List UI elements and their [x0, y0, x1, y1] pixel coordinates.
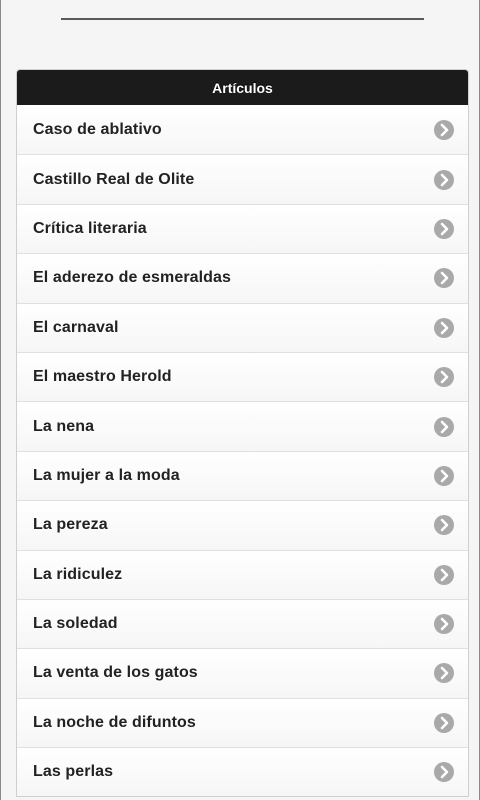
chevron-right-icon	[434, 169, 454, 190]
chevron-right-icon	[434, 367, 454, 388]
list-item[interactable]: La nena	[17, 401, 468, 451]
list-item[interactable]: El aderezo de esmeraldas	[17, 253, 468, 303]
list-item-label: La nena	[33, 417, 95, 435]
list-item[interactable]: La noche de difuntos	[17, 697, 468, 748]
list-item[interactable]: La venta de los gatos	[17, 648, 468, 698]
chevron-right-icon	[434, 663, 454, 684]
articles-header: Artículos	[17, 70, 468, 105]
list-item[interactable]: El carnaval	[17, 302, 468, 352]
top-divider	[61, 18, 424, 20]
list-item-label: El aderezo de esmeraldas	[33, 269, 232, 287]
list-item[interactable]: La mujer a la moda	[17, 450, 468, 501]
list-item-label: La soledad	[33, 615, 118, 633]
chevron-right-icon	[434, 465, 454, 486]
articles-title: Artículos	[212, 79, 273, 96]
list-item-label: La ridiculez	[33, 565, 123, 583]
app-screen: Artículos Caso de ablativo Castillo Real …	[0, 0, 480, 800]
chevron-right-icon	[434, 564, 454, 585]
articles-panel: Artículos Caso de ablativo Castillo Real …	[16, 69, 469, 798]
list-item[interactable]: Castillo Real de Olite	[17, 154, 468, 204]
chevron-right-icon	[434, 712, 454, 733]
chevron-right-icon	[434, 614, 454, 635]
list-item[interactable]: Las perlas	[17, 747, 468, 797]
list-item-label: Las perlas	[33, 763, 114, 781]
list-item[interactable]: Crítica literaria	[17, 203, 468, 254]
chevron-right-icon	[434, 762, 454, 783]
list-item-label: La pereza	[33, 516, 108, 534]
list-item-label: Caso de ablativo	[33, 120, 162, 138]
articles-list: Caso de ablativo Castillo Real de Olite Cr…	[17, 105, 468, 797]
list-item[interactable]: La soledad	[17, 598, 468, 649]
list-item-label: La venta de los gatos	[33, 664, 198, 682]
list-item[interactable]: La pereza	[17, 500, 468, 550]
list-item-label: El maestro Herold	[33, 368, 172, 386]
list-item-label: El carnaval	[33, 318, 119, 336]
chevron-right-icon	[434, 416, 454, 437]
chevron-right-icon	[434, 268, 454, 289]
chevron-right-icon	[434, 119, 454, 140]
list-item-label: La mujer a la moda	[33, 466, 180, 484]
list-item[interactable]: Caso de ablativo	[17, 105, 468, 155]
list-item-label: Castillo Real de Olite	[33, 170, 195, 188]
list-item-label: La noche de difuntos	[33, 713, 196, 731]
list-item-label: Crítica literaria	[33, 219, 147, 237]
chevron-right-icon	[434, 317, 454, 338]
chevron-right-icon	[434, 218, 454, 239]
chevron-right-icon	[434, 515, 454, 536]
list-item[interactable]: La ridiculez	[17, 549, 468, 599]
list-item[interactable]: El maestro Herold	[17, 351, 468, 402]
